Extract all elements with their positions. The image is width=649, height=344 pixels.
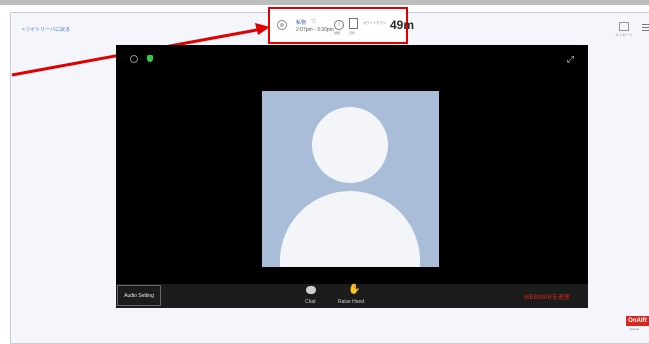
video-player: ⤢ Audio Setting Chat ✋ Raise Hand WEBINA… [116, 45, 588, 308]
chat-icon[interactable] [306, 286, 316, 294]
message-label: メッセージ [615, 33, 633, 37]
favorite-star-icon[interactable]: ☆ [310, 16, 317, 25]
avatar-body [280, 191, 420, 267]
back-link[interactable]: < ▽イトリーバに戻る [22, 26, 70, 33]
session-time: 2:07pm - 3:30pm [296, 27, 334, 33]
session-icon [277, 20, 287, 30]
avatar-head [312, 107, 388, 183]
raise-hand-label[interactable]: Raise Hand [338, 299, 364, 305]
countdown-value: 49m [390, 18, 415, 32]
info-icon[interactable]: i [334, 20, 344, 30]
message-button[interactable]: メッセージ [615, 22, 632, 38]
settings-icon[interactable] [130, 55, 138, 63]
security-shield-icon [147, 55, 153, 62]
countdown-label: カウントダウン [363, 21, 387, 25]
menu-icon[interactable] [642, 24, 649, 25]
video-toolbar: Audio Setting Chat ✋ Raise Hand WEBINARを… [116, 284, 588, 308]
document-label: 資料 [349, 31, 356, 35]
document-icon[interactable] [349, 18, 358, 29]
chat-label[interactable]: Chat [305, 299, 316, 305]
session-title: 私物 [296, 20, 307, 26]
participant-avatar [262, 91, 439, 267]
info-label: 詳細 [334, 31, 341, 35]
message-icon [618, 22, 629, 31]
raise-hand-icon[interactable]: ✋ [348, 284, 360, 295]
fullscreen-icon[interactable]: ⤢ [567, 54, 574, 65]
session-info-bar: 私物 ☆ 2:07pm - 3:30pm i 詳細 資料 カウントダウン 49m [268, 7, 414, 44]
browser-top-strip [0, 0, 649, 5]
leave-webinar-button[interactable]: WEBINARを退室 [524, 292, 570, 301]
onair-logo: OnAIR [626, 316, 649, 326]
audio-setting-button[interactable]: Audio Setting [117, 285, 161, 306]
onair-sub-label: Events [630, 327, 640, 331]
